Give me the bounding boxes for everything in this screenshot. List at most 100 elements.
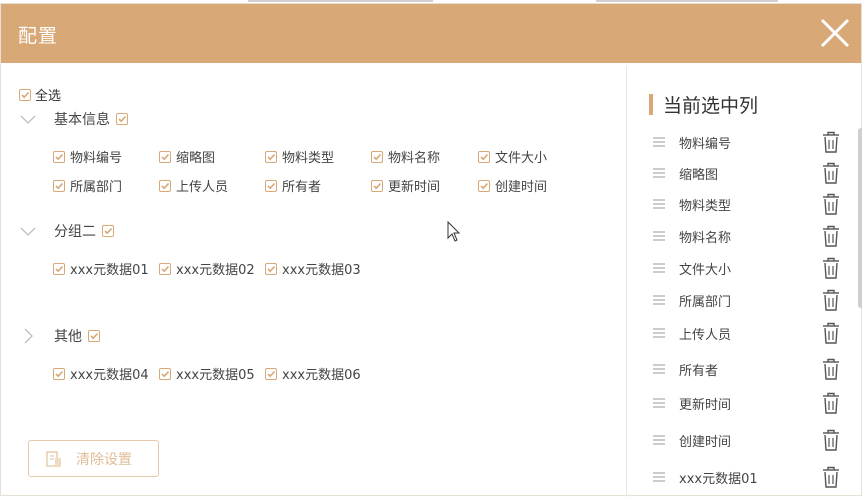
selected-column-item[interactable]: xxx元数据01 — [649, 464, 839, 490]
field-checkbox[interactable] — [159, 179, 171, 192]
selected-column-label: 物料类型 — [679, 198, 732, 214]
field-checkbox[interactable] — [265, 150, 277, 163]
drag-handle-icon[interactable] — [649, 359, 669, 379]
selected-column-item[interactable]: 物料编号 — [649, 129, 839, 155]
drag-handle-icon[interactable] — [649, 467, 669, 487]
field-label: 文件大小 — [495, 151, 548, 166]
field-option[interactable]: xxx元数据05 — [159, 364, 255, 383]
drag-handle-icon[interactable] — [649, 194, 669, 214]
select-all-label: 全选 — [35, 89, 62, 104]
field-label: 所有者 — [282, 180, 322, 195]
field-checkbox[interactable] — [53, 150, 65, 163]
select-all-checkbox[interactable] — [19, 88, 31, 101]
selected-column-item[interactable]: 上传人员 — [649, 320, 839, 346]
drag-handle-icon[interactable] — [649, 393, 669, 413]
mouse-cursor-icon — [447, 221, 461, 242]
field-option[interactable]: 缩略图 — [159, 147, 215, 166]
trash-icon[interactable] — [821, 288, 841, 312]
field-option[interactable]: 创建时间 — [478, 176, 547, 195]
drag-handle-icon[interactable] — [649, 226, 669, 246]
group-header[interactable]: 其他 — [19, 326, 100, 346]
field-option[interactable]: xxx元数据06 — [265, 364, 361, 383]
clear-settings-button[interactable]: 清除设置 — [28, 440, 159, 477]
selected-column-item[interactable]: 缩略图 — [649, 160, 839, 186]
group-name: 分组二 — [54, 224, 96, 240]
broom-icon — [46, 450, 61, 467]
trash-icon[interactable] — [821, 224, 841, 248]
chevron-down-icon[interactable] — [19, 222, 37, 240]
field-checkbox[interactable] — [478, 179, 490, 192]
field-checkbox[interactable] — [478, 150, 490, 163]
trash-icon[interactable] — [821, 391, 841, 415]
selected-column-item[interactable]: 物料类型 — [649, 191, 839, 217]
field-checkbox[interactable] — [159, 262, 171, 275]
field-checkbox[interactable] — [265, 367, 277, 380]
selected-column-label: 所属部门 — [679, 294, 732, 310]
selected-columns-title: 当前选中列 — [649, 91, 758, 118]
selected-column-item[interactable]: 文件大小 — [649, 255, 839, 281]
trash-icon[interactable] — [821, 465, 841, 489]
field-label: 所属部门 — [70, 180, 123, 195]
drag-handle-icon[interactable] — [649, 163, 669, 183]
field-checkbox[interactable] — [53, 262, 65, 275]
field-label: 缩略图 — [176, 151, 216, 166]
field-option[interactable]: xxx元数据03 — [265, 259, 361, 278]
trash-icon[interactable] — [821, 161, 841, 185]
drag-handle-icon[interactable] — [649, 430, 669, 450]
field-label: 更新时间 — [388, 180, 441, 195]
field-checkbox[interactable] — [371, 179, 383, 192]
field-checkbox[interactable] — [159, 150, 171, 163]
group-checkbox[interactable] — [116, 113, 128, 125]
dialog-title: 配置 — [18, 25, 59, 47]
selected-column-item[interactable]: 所有者 — [649, 356, 839, 382]
field-option[interactable]: 物料名称 — [371, 147, 440, 166]
field-checkbox[interactable] — [53, 179, 65, 192]
field-checkbox[interactable] — [371, 150, 383, 163]
selected-column-label: 所有者 — [679, 363, 719, 379]
selected-column-item[interactable]: 创建时间 — [649, 427, 839, 453]
trash-icon[interactable] — [821, 130, 841, 154]
field-option[interactable]: xxx元数据04 — [53, 364, 149, 383]
drag-handle-icon[interactable] — [649, 323, 669, 343]
trash-icon[interactable] — [821, 428, 841, 452]
field-option[interactable]: xxx元数据02 — [159, 259, 255, 278]
selected-column-item[interactable]: 更新时间 — [649, 390, 839, 416]
field-option[interactable]: 物料编号 — [53, 147, 122, 166]
close-button[interactable] — [815, 13, 855, 53]
group-checkbox[interactable] — [102, 225, 114, 237]
field-label: xxx元数据06 — [282, 368, 361, 383]
chevron-right-icon[interactable] — [19, 327, 37, 345]
drag-handle-icon[interactable] — [649, 258, 669, 278]
dialog-header: 配置 — [1, 4, 861, 63]
selected-column-item[interactable]: 物料名称 — [649, 223, 839, 249]
field-option[interactable]: 所属部门 — [53, 176, 122, 195]
trash-icon[interactable] — [821, 357, 841, 381]
field-checkbox[interactable] — [159, 367, 171, 380]
field-checkbox[interactable] — [53, 367, 65, 380]
group-header[interactable]: 基本信息 — [19, 109, 128, 129]
chevron-down-icon[interactable] — [19, 110, 37, 128]
drag-handle-icon[interactable] — [649, 290, 669, 310]
field-option[interactable]: xxx元数据01 — [53, 259, 149, 278]
drag-handle-icon[interactable] — [649, 132, 669, 152]
field-option[interactable]: 上传人员 — [159, 176, 228, 195]
trash-icon[interactable] — [821, 256, 841, 280]
field-label: 物料类型 — [282, 151, 335, 166]
scrollbar[interactable] — [858, 128, 862, 308]
selected-column-label: 更新时间 — [679, 397, 732, 413]
select-all[interactable]: 全选 — [19, 85, 61, 104]
group-name: 其他 — [54, 329, 82, 345]
field-checkbox[interactable] — [265, 179, 277, 192]
title-accent-bar — [649, 94, 653, 115]
field-option[interactable]: 更新时间 — [371, 176, 440, 195]
group-checkbox[interactable] — [88, 330, 100, 342]
trash-icon[interactable] — [821, 321, 841, 345]
field-option[interactable]: 物料类型 — [265, 147, 334, 166]
field-checkbox[interactable] — [265, 262, 277, 275]
group-header[interactable]: 分组二 — [19, 221, 114, 241]
field-option[interactable]: 所有者 — [265, 176, 321, 195]
selected-column-item[interactable]: 所属部门 — [649, 287, 839, 313]
background-divider — [248, 0, 433, 2]
trash-icon[interactable] — [821, 192, 841, 216]
field-option[interactable]: 文件大小 — [478, 147, 547, 166]
